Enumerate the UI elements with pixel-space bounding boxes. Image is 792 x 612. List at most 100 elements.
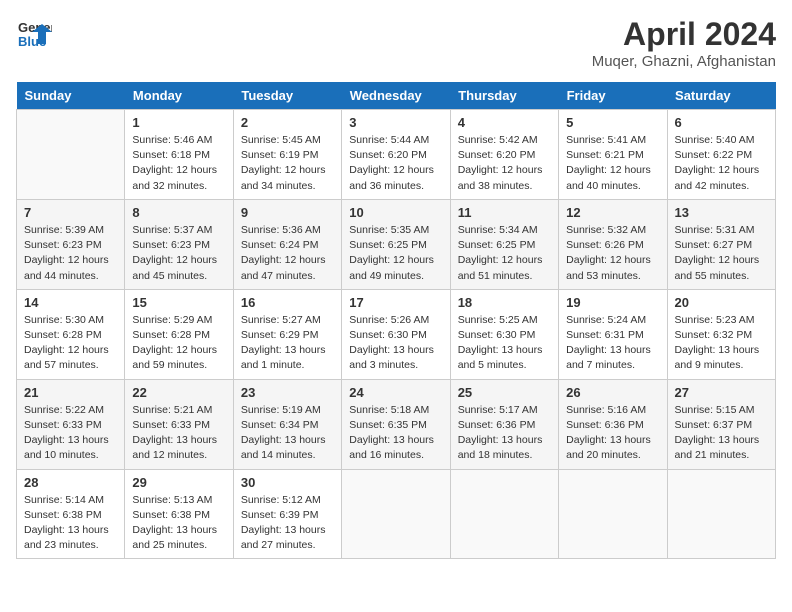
calendar-cell: 16 Sunrise: 5:27 AM Sunset: 6:29 PM Dayli… xyxy=(233,289,341,379)
calendar-cell: 13 Sunrise: 5:31 AM Sunset: 6:27 PM Dayli… xyxy=(667,199,775,289)
day-info: Sunrise: 5:18 AM Sunset: 6:35 PM Dayligh… xyxy=(349,403,442,464)
calendar-cell xyxy=(342,469,450,559)
day-number: 11 xyxy=(458,205,551,220)
day-number: 4 xyxy=(458,115,551,130)
day-info: Sunrise: 5:16 AM Sunset: 6:36 PM Dayligh… xyxy=(566,403,659,464)
day-info: Sunrise: 5:13 AM Sunset: 6:38 PM Dayligh… xyxy=(132,493,225,554)
day-info: Sunrise: 5:29 AM Sunset: 6:28 PM Dayligh… xyxy=(132,313,225,374)
day-info: Sunrise: 5:21 AM Sunset: 6:33 PM Dayligh… xyxy=(132,403,225,464)
calendar-cell: 8Sunrise: 5:37 AM Sunset: 6:23 PM Daylig… xyxy=(125,199,233,289)
calendar-cell: 27 Sunrise: 5:15 AM Sunset: 6:37 PM Dayli… xyxy=(667,379,775,469)
day-number: 24 xyxy=(349,385,442,400)
day-number: 23 xyxy=(241,385,334,400)
col-friday: Friday xyxy=(559,82,667,110)
day-number: 29 xyxy=(132,475,225,490)
day-number: 28 xyxy=(24,475,117,490)
col-wednesday: Wednesday xyxy=(342,82,450,110)
location-title: Muqer, Ghazni, Afghanistan xyxy=(592,53,776,70)
day-info: Sunrise: 5:44 AM Sunset: 6:20 PM Dayligh… xyxy=(349,133,442,194)
col-tuesday: Tuesday xyxy=(233,82,341,110)
calendar-cell: 18 Sunrise: 5:25 AM Sunset: 6:30 PM Dayli… xyxy=(450,289,558,379)
day-info: Sunrise: 5:30 AM Sunset: 6:28 PM Dayligh… xyxy=(24,313,117,374)
day-number: 25 xyxy=(458,385,551,400)
day-number: 5 xyxy=(566,115,659,130)
calendar-cell: 17 Sunrise: 5:26 AM Sunset: 6:30 PM Dayli… xyxy=(342,289,450,379)
col-thursday: Thursday xyxy=(450,82,558,110)
calendar-cell: 12Sunrise: 5:32 AM Sunset: 6:26 PM Dayli… xyxy=(559,199,667,289)
calendar-cell: 4 Sunrise: 5:42 AM Sunset: 6:20 PM Daylig… xyxy=(450,110,558,200)
day-info: Sunrise: 5:31 AM Sunset: 6:27 PM Dayligh… xyxy=(675,223,768,284)
day-number: 10 xyxy=(349,205,442,220)
day-info: Sunrise: 5:41 AM Sunset: 6:21 PM Dayligh… xyxy=(566,133,659,194)
day-number: 3 xyxy=(349,115,442,130)
day-number: 2 xyxy=(241,115,334,130)
day-info: Sunrise: 5:39 AM Sunset: 6:23 PM Dayligh… xyxy=(24,223,117,284)
day-number: 27 xyxy=(675,385,768,400)
calendar-cell: 15 Sunrise: 5:29 AM Sunset: 6:28 PM Dayli… xyxy=(125,289,233,379)
day-info: Sunrise: 5:36 AM Sunset: 6:24 PM Dayligh… xyxy=(241,223,334,284)
header: General Blue April 2024 Muqer, Ghazni, A… xyxy=(16,16,776,70)
calendar-cell: 11 Sunrise: 5:34 AM Sunset: 6:25 PM Dayli… xyxy=(450,199,558,289)
header-row: Sunday Monday Tuesday Wednesday Thursday… xyxy=(17,82,776,110)
title-area: April 2024 Muqer, Ghazni, Afghanistan xyxy=(592,16,776,70)
logo: General Blue xyxy=(16,16,52,52)
col-saturday: Saturday xyxy=(667,82,775,110)
calendar-cell: 20 Sunrise: 5:23 AM Sunset: 6:32 PM Dayli… xyxy=(667,289,775,379)
day-info: Sunrise: 5:35 AM Sunset: 6:25 PM Dayligh… xyxy=(349,223,442,284)
day-info: Sunrise: 5:42 AM Sunset: 6:20 PM Dayligh… xyxy=(458,133,551,194)
day-number: 22 xyxy=(132,385,225,400)
calendar-cell: 29 Sunrise: 5:13 AM Sunset: 6:38 PM Dayli… xyxy=(125,469,233,559)
calendar-week-3: 14Sunrise: 5:30 AM Sunset: 6:28 PM Dayli… xyxy=(17,289,776,379)
day-info: Sunrise: 5:34 AM Sunset: 6:25 PM Dayligh… xyxy=(458,223,551,284)
calendar-cell: 19 Sunrise: 5:24 AM Sunset: 6:31 PM Dayli… xyxy=(559,289,667,379)
calendar-header: Sunday Monday Tuesday Wednesday Thursday… xyxy=(17,82,776,110)
day-number: 9 xyxy=(241,205,334,220)
calendar-cell: 10 Sunrise: 5:35 AM Sunset: 6:25 PM Dayli… xyxy=(342,199,450,289)
calendar-cell xyxy=(450,469,558,559)
day-number: 16 xyxy=(241,295,334,310)
day-info: Sunrise: 5:27 AM Sunset: 6:29 PM Dayligh… xyxy=(241,313,334,374)
calendar-cell: 23 Sunrise: 5:19 AM Sunset: 6:34 PM Dayli… xyxy=(233,379,341,469)
day-number: 20 xyxy=(675,295,768,310)
calendar-cell: 26Sunrise: 5:16 AM Sunset: 6:36 PM Dayli… xyxy=(559,379,667,469)
calendar-cell: 24 Sunrise: 5:18 AM Sunset: 6:35 PM Dayli… xyxy=(342,379,450,469)
calendar-week-2: 7Sunrise: 5:39 AM Sunset: 6:23 PM Daylig… xyxy=(17,199,776,289)
calendar-cell xyxy=(667,469,775,559)
svg-text:General: General xyxy=(18,20,52,35)
day-info: Sunrise: 5:12 AM Sunset: 6:39 PM Dayligh… xyxy=(241,493,334,554)
day-info: Sunrise: 5:19 AM Sunset: 6:34 PM Dayligh… xyxy=(241,403,334,464)
calendar-cell: 21Sunrise: 5:22 AM Sunset: 6:33 PM Dayli… xyxy=(17,379,125,469)
day-number: 19 xyxy=(566,295,659,310)
day-number: 15 xyxy=(132,295,225,310)
calendar-cell xyxy=(559,469,667,559)
day-info: Sunrise: 5:37 AM Sunset: 6:23 PM Dayligh… xyxy=(132,223,225,284)
calendar-body: 1 Sunrise: 5:46 AM Sunset: 6:18 PM Daylig… xyxy=(17,110,776,559)
calendar-cell: 22 Sunrise: 5:21 AM Sunset: 6:33 PM Dayli… xyxy=(125,379,233,469)
day-info: Sunrise: 5:24 AM Sunset: 6:31 PM Dayligh… xyxy=(566,313,659,374)
calendar-cell: 30 Sunrise: 5:12 AM Sunset: 6:39 PM Dayli… xyxy=(233,469,341,559)
col-monday: Monday xyxy=(125,82,233,110)
day-info: Sunrise: 5:25 AM Sunset: 6:30 PM Dayligh… xyxy=(458,313,551,374)
day-number: 13 xyxy=(675,205,768,220)
day-info: Sunrise: 5:17 AM Sunset: 6:36 PM Dayligh… xyxy=(458,403,551,464)
day-info: Sunrise: 5:45 AM Sunset: 6:19 PM Dayligh… xyxy=(241,133,334,194)
day-number: 17 xyxy=(349,295,442,310)
calendar-cell: 14Sunrise: 5:30 AM Sunset: 6:28 PM Dayli… xyxy=(17,289,125,379)
day-info: Sunrise: 5:22 AM Sunset: 6:33 PM Dayligh… xyxy=(24,403,117,464)
day-info: Sunrise: 5:23 AM Sunset: 6:32 PM Dayligh… xyxy=(675,313,768,374)
day-number: 18 xyxy=(458,295,551,310)
day-info: Sunrise: 5:26 AM Sunset: 6:30 PM Dayligh… xyxy=(349,313,442,374)
calendar-cell: 6Sunrise: 5:40 AM Sunset: 6:22 PM Daylig… xyxy=(667,110,775,200)
calendar-cell: 5 Sunrise: 5:41 AM Sunset: 6:21 PM Daylig… xyxy=(559,110,667,200)
day-number: 30 xyxy=(241,475,334,490)
calendar-week-5: 28 Sunrise: 5:14 AM Sunset: 6:38 PM Dayli… xyxy=(17,469,776,559)
day-number: 1 xyxy=(132,115,225,130)
day-info: Sunrise: 5:15 AM Sunset: 6:37 PM Dayligh… xyxy=(675,403,768,464)
calendar-cell: 25 Sunrise: 5:17 AM Sunset: 6:36 PM Dayli… xyxy=(450,379,558,469)
month-title: April 2024 xyxy=(592,16,776,53)
day-info: Sunrise: 5:14 AM Sunset: 6:38 PM Dayligh… xyxy=(24,493,117,554)
calendar-cell: 1 Sunrise: 5:46 AM Sunset: 6:18 PM Daylig… xyxy=(125,110,233,200)
calendar-cell: 28 Sunrise: 5:14 AM Sunset: 6:38 PM Dayli… xyxy=(17,469,125,559)
day-info: Sunrise: 5:46 AM Sunset: 6:18 PM Dayligh… xyxy=(132,133,225,194)
calendar-week-4: 21Sunrise: 5:22 AM Sunset: 6:33 PM Dayli… xyxy=(17,379,776,469)
